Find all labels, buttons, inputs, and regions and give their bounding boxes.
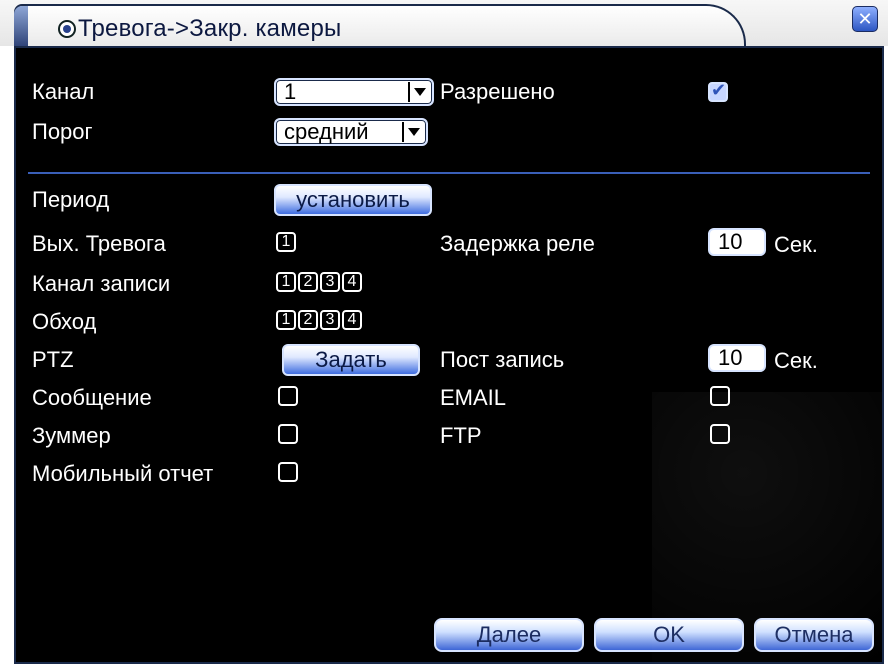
tour-channel-1-label: 1 — [281, 311, 291, 328]
enabled-label: Разрешено — [440, 79, 555, 104]
record-channel-2[interactable]: 2 — [298, 272, 318, 292]
ok-button-label: OK — [653, 622, 685, 647]
post-record-input[interactable]: 10 — [708, 344, 766, 372]
alarm-out-channel-1[interactable]: 1 — [276, 232, 296, 252]
record-channel-4-label: 4 — [347, 273, 357, 290]
tour-channel-4-label: 4 — [347, 311, 357, 328]
mobile-report-label: Мобильный отчет — [32, 461, 214, 486]
tour-label: Обход — [32, 309, 97, 334]
record-channel-4[interactable]: 4 — [342, 272, 362, 292]
settings-panel: Канал 1 Разрешено Порог средний Период у… — [14, 46, 884, 664]
record-channel-1[interactable]: 1 — [276, 272, 296, 292]
alarm-out-label: Вых. Тревога — [32, 231, 166, 256]
period-button-label: установить — [296, 187, 410, 212]
period-set-button[interactable]: установить — [274, 184, 432, 216]
next-button-label: Далее — [476, 622, 542, 647]
cancel-button[interactable]: Отмена — [754, 618, 874, 652]
period-label: Период — [32, 187, 110, 212]
mobile-report-checkbox[interactable] — [278, 462, 298, 482]
alarm-icon — [58, 20, 76, 38]
tour-channel-1[interactable]: 1 — [276, 310, 296, 330]
alarm-settings-window: Тревога->Закр. камеры ✕ Канал 1 Разрешен… — [0, 0, 888, 666]
record-channel-label: Канал записи — [32, 271, 171, 296]
ptz-button-label: Задать — [315, 347, 387, 372]
tour-channel-2[interactable]: 2 — [298, 310, 318, 330]
ftp-label: FTP — [440, 423, 482, 448]
email-label: EMAIL — [440, 385, 507, 410]
ptz-set-button[interactable]: Задать — [282, 344, 420, 376]
record-channel-3-label: 3 — [325, 273, 335, 290]
chevron-down-icon — [402, 122, 424, 142]
ftp-checkbox[interactable] — [710, 424, 730, 444]
title-bar: Тревога->Закр. камеры ✕ — [0, 0, 888, 48]
tour-channel-3-label: 3 — [325, 311, 335, 328]
record-channel-1-label: 1 — [281, 273, 291, 290]
threshold-select[interactable]: средний — [274, 118, 428, 146]
title-tab: Тревога->Закр. камеры — [14, 4, 746, 48]
section-divider — [28, 172, 870, 174]
ptz-label: PTZ — [32, 347, 74, 372]
channel-label: Канал — [32, 79, 95, 104]
relay-delay-label: Задержка реле — [440, 231, 595, 256]
tour-channel-2-label: 2 — [303, 311, 313, 328]
alarm-out-channel-label: 1 — [281, 233, 291, 250]
tour-channel-3[interactable]: 3 — [320, 310, 340, 330]
close-icon: ✕ — [857, 8, 873, 29]
chevron-down-icon — [408, 82, 430, 102]
buzzer-checkbox[interactable] — [278, 424, 298, 444]
record-channel-3[interactable]: 3 — [320, 272, 340, 292]
buzzer-label: Зуммер — [32, 423, 111, 448]
record-channel-2-label: 2 — [303, 273, 313, 290]
next-button[interactable]: Далее — [434, 618, 584, 652]
relay-delay-input[interactable]: 10 — [708, 228, 766, 256]
relay-delay-unit: Сек. — [774, 232, 818, 257]
enabled-checkbox[interactable] — [708, 80, 728, 102]
channel-select[interactable]: 1 — [274, 78, 434, 106]
channel-value: 1 — [284, 79, 297, 104]
threshold-value: средний — [284, 119, 369, 144]
post-record-value: 10 — [718, 345, 743, 370]
email-checkbox[interactable] — [710, 386, 730, 406]
threshold-label: Порог — [32, 119, 93, 144]
message-label: Сообщение — [32, 385, 152, 410]
ok-button[interactable]: OK — [594, 618, 744, 652]
post-record-label: Пост запись — [440, 347, 565, 372]
window-title: Тревога->Закр. камеры — [78, 15, 342, 42]
tour-channel-4[interactable]: 4 — [342, 310, 362, 330]
cancel-button-label: Отмена — [774, 622, 854, 647]
post-record-unit: Сек. — [774, 348, 818, 373]
relay-delay-value: 10 — [718, 229, 743, 254]
message-checkbox[interactable] — [278, 386, 298, 406]
close-button[interactable]: ✕ — [852, 6, 878, 32]
